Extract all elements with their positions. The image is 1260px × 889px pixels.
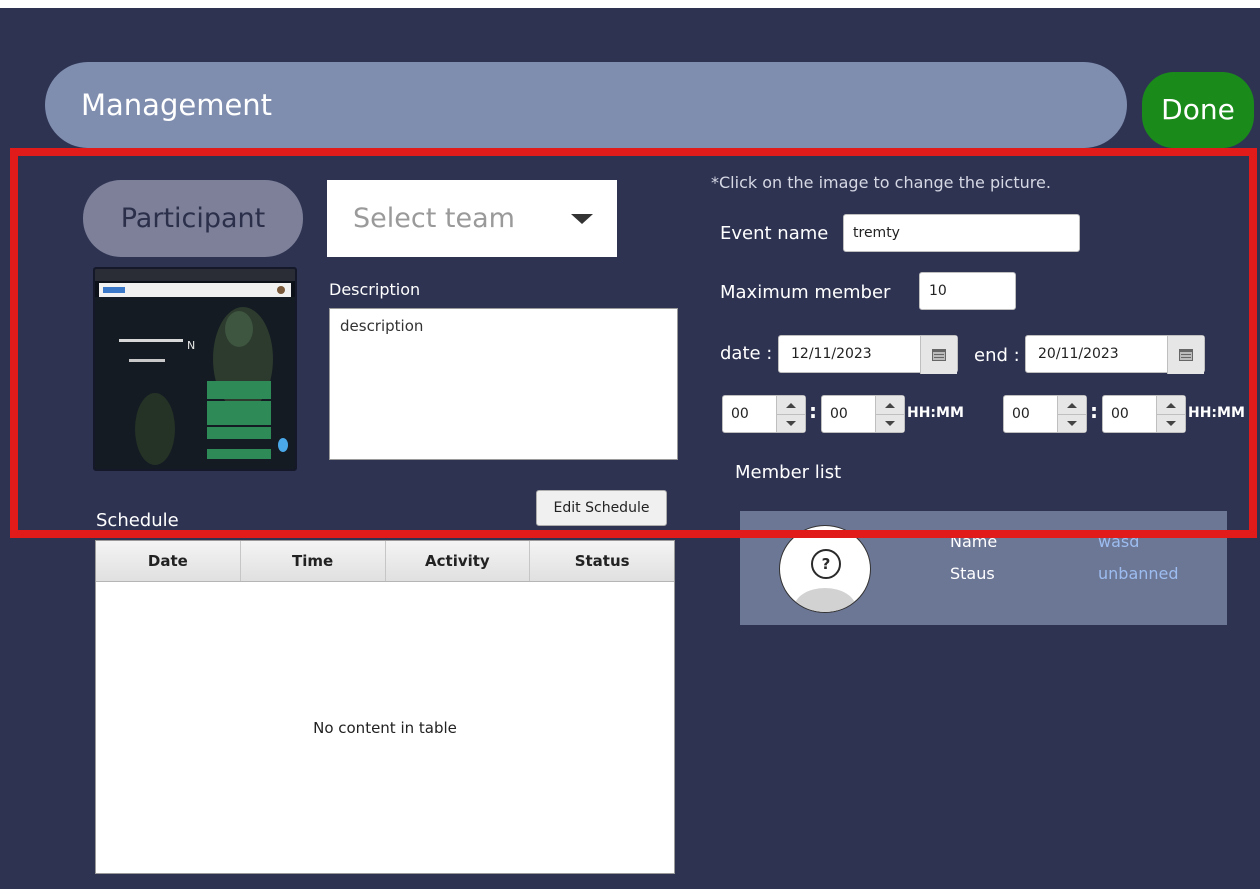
start-time-format: HH:MM [907,405,964,421]
decrement-icon[interactable] [1157,414,1185,432]
start-date-picker[interactable]: 12/11/2023 [778,335,958,374]
column-header-activity[interactable]: Activity [386,541,531,581]
end-hour-value: 00 [1012,406,1030,422]
calendar-icon[interactable] [920,336,957,374]
event-thumbnail-graphic: N [95,269,295,469]
end-time-format: HH:MM [1188,405,1245,421]
member-status-value: unbanned [1098,564,1179,583]
description-label: Description [329,280,421,299]
edit-schedule-button[interactable]: Edit Schedule [536,490,667,526]
user-placeholder-icon: ? [779,525,871,613]
column-header-status[interactable]: Status [530,541,674,581]
image-hint: *Click on the image to change the pictur… [711,173,1051,192]
increment-icon[interactable] [1058,396,1086,415]
start-hour-spinner[interactable]: 00 [722,395,806,433]
done-button[interactable]: Done [1142,72,1254,148]
increment-icon[interactable] [876,396,904,415]
start-minute-spinner[interactable]: 00 [821,395,905,433]
member-name-key: Name [950,532,998,551]
end-minute-value: 00 [1111,406,1129,422]
start-date-value: 12/11/2023 [791,346,872,362]
max-member-input[interactable]: 10 [919,272,1016,310]
decrement-icon[interactable] [1058,414,1086,432]
team-select[interactable]: Select team [327,180,617,257]
decrement-icon[interactable] [876,414,904,432]
participant-button[interactable]: Participant [83,180,303,257]
member-status-key: Staus [950,564,995,583]
end-hour-spinner[interactable]: 00 [1003,395,1087,433]
increment-icon[interactable] [1157,396,1185,415]
decrement-icon[interactable] [777,414,805,432]
end-hour-stepper [1057,396,1086,432]
page-title-bar: Management [45,62,1127,148]
time-separator: : [1090,399,1098,423]
calendar-icon[interactable] [1167,336,1204,374]
table-header: Date Time Activity Status [96,541,674,582]
top-edge [0,0,1260,8]
start-minute-value: 00 [830,406,848,422]
event-name-label: Event name [720,223,829,244]
table-empty-message: No content in table [313,719,457,737]
start-date-label: date : [720,343,773,364]
time-separator: : [809,399,817,423]
end-date-value: 20/11/2023 [1038,346,1119,362]
schedule-table[interactable]: Date Time Activity Status No content in … [95,540,675,874]
end-minute-stepper [1156,396,1185,432]
event-image[interactable]: N [93,267,297,471]
increment-icon[interactable] [777,396,805,415]
description-textarea[interactable]: description [329,308,678,460]
column-header-time[interactable]: Time [241,541,386,581]
start-hour-stepper [776,396,805,432]
end-date-label: end : [974,345,1020,366]
start-minute-stepper [875,396,904,432]
max-member-label: Maximum member [720,282,891,303]
event-name-input[interactable]: tremty [843,214,1080,252]
member-list-label: Member list [735,462,842,483]
end-minute-spinner[interactable]: 00 [1102,395,1186,433]
column-header-date[interactable]: Date [96,541,241,581]
member-name-value: wasd [1098,532,1140,551]
page-title: Management [81,88,273,122]
schedule-label: Schedule [96,510,179,531]
end-date-picker[interactable]: 20/11/2023 [1025,335,1205,374]
start-hour-value: 00 [731,406,749,422]
caret-down-icon [571,214,593,224]
team-select-placeholder: Select team [353,203,515,234]
svg-text:N: N [187,339,195,352]
